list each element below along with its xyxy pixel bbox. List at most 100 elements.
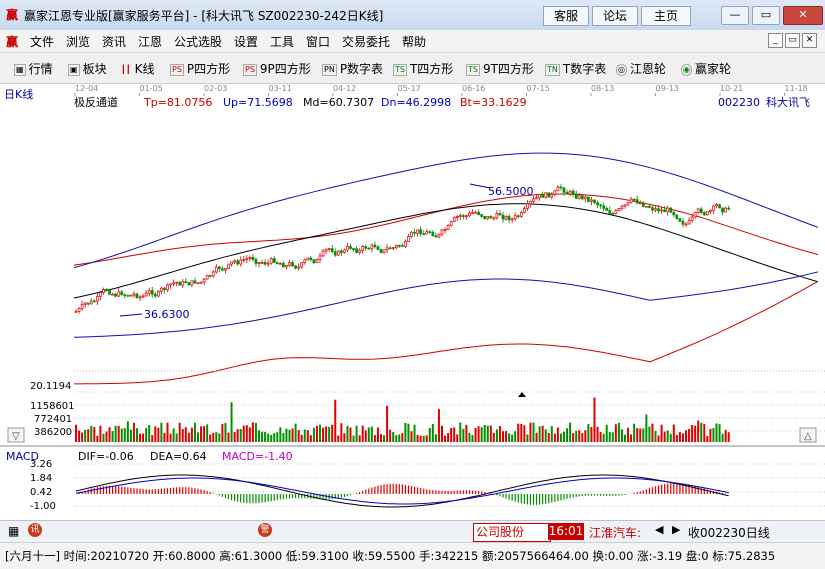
menu-file[interactable]: 文件 — [30, 33, 54, 50]
candle-body — [699, 208, 703, 213]
menu-settings[interactable]: 设置 — [234, 33, 258, 50]
volume-bar — [187, 432, 190, 442]
candle-body — [111, 293, 114, 296]
tool-9p-square[interactable]: PS 9P四方形 — [243, 60, 311, 77]
volume-bar — [535, 432, 538, 442]
volume-bar — [300, 434, 303, 442]
tp-value: Tp=81.0756 — [143, 96, 212, 109]
volume-bar — [343, 433, 346, 442]
menu-formula[interactable]: 公式选股 — [174, 33, 222, 50]
menu-help[interactable]: 帮助 — [402, 33, 426, 50]
volume-bar — [633, 423, 636, 442]
forum-button[interactable]: 论坛 — [592, 6, 638, 26]
channel-bottom-line — [74, 280, 819, 385]
bt-value: Bt=33.1629 — [460, 96, 527, 109]
candle-body — [471, 212, 474, 214]
candle-body — [263, 262, 267, 265]
menu-tools[interactable]: 工具 — [270, 33, 294, 50]
volume-bar — [691, 425, 694, 442]
news-icon[interactable]: 讯 — [28, 523, 42, 537]
tool-9t-square[interactable]: TS 9T四方形 — [466, 60, 534, 77]
volume-bar — [224, 422, 227, 442]
candle-body — [282, 262, 285, 268]
candle-body — [715, 204, 718, 207]
volume-bar — [672, 424, 675, 442]
tool-gann-wheel[interactable]: ◎ 江恩轮 — [616, 60, 666, 77]
volume-bar — [93, 427, 96, 442]
volume-bar — [328, 426, 331, 442]
tool-sector[interactable]: ▣ 板块 — [68, 60, 107, 77]
mdi-minimize-button[interactable]: _ — [768, 33, 783, 48]
table-icon[interactable]: ▦ — [8, 524, 19, 538]
mdi-close-button[interactable]: ✕ — [802, 33, 817, 48]
menu-browse[interactable]: 浏览 — [66, 33, 90, 50]
tool-t-square[interactable]: TS T四方形 — [393, 60, 453, 77]
candle-body — [160, 287, 163, 292]
candle-body — [373, 244, 377, 248]
volume-bar — [309, 435, 312, 442]
candle-body — [641, 202, 645, 207]
candle-body — [644, 205, 648, 208]
up-value: Up=71.5698 — [223, 96, 293, 109]
menu-info[interactable]: 资讯 — [102, 33, 126, 50]
high-label: 56.5000 — [488, 185, 534, 198]
volume-bar — [99, 425, 102, 442]
volume-bar — [245, 425, 248, 442]
candle-body — [541, 193, 545, 198]
volume-bar — [425, 435, 428, 442]
candle-body — [538, 193, 541, 199]
volume-bar — [197, 432, 199, 442]
volume-bar — [288, 429, 291, 442]
date-tick: 06-16 — [462, 84, 485, 93]
volume-bar — [462, 428, 465, 442]
menu-window[interactable]: 窗口 — [306, 33, 330, 50]
channel-mid-line — [73, 203, 819, 299]
nav-left-icon[interactable]: ◀ — [655, 523, 663, 536]
date-tick: 08-13 — [591, 84, 614, 93]
close-button[interactable]: ✕ — [783, 6, 823, 25]
tool-kline[interactable]: ┃┃ K线 — [120, 60, 155, 77]
candle-body — [379, 249, 383, 253]
menu-trade[interactable]: 交易委托 — [342, 33, 390, 50]
volume-bar — [291, 428, 294, 442]
candle-body — [330, 248, 334, 253]
kline-chart[interactable]: 12-04 01-05 02-03 03-11 04-12 05-17 06-16 07-15… — [0, 84, 825, 520]
tool-quotes[interactable]: ▦ 行情 — [14, 60, 53, 77]
volume-bar — [172, 428, 175, 442]
candle-body — [266, 262, 270, 265]
window-title: 赢家江恩专业版[赢家服务平台] - [科大讯飞 SZ002230-242日K线] — [24, 9, 384, 23]
volume-bar — [434, 434, 437, 442]
toolbar: ▦ 行情 ▣ 板块 ┃┃ K线 PS P四方形 PS 9P四方形 PN P数字表 TS T四方… — [0, 53, 825, 84]
nav-right-icon[interactable]: ▶ — [672, 523, 680, 536]
tool-p-square[interactable]: PS P四方形 — [170, 60, 230, 77]
volume-bar — [322, 427, 325, 442]
candle-body — [224, 268, 227, 271]
minimize-button[interactable]: — — [721, 6, 749, 25]
volume-bar — [175, 433, 178, 442]
menu-gann[interactable]: 江恩 — [138, 33, 162, 50]
chart-area[interactable]: 12-04 01-05 02-03 03-11 04-12 05-17 06-16 07-15… — [0, 84, 825, 520]
candle-body — [227, 263, 230, 269]
tool-winner-wheel[interactable]: ◉ 赢家轮 — [681, 60, 731, 77]
volume-bar — [169, 433, 172, 442]
volume-bar — [575, 430, 578, 442]
maximize-button[interactable]: ▭ — [752, 6, 780, 25]
candle-body — [693, 212, 697, 218]
candle-body — [434, 235, 438, 238]
ticker1-name[interactable]: 公司股份 — [473, 523, 551, 542]
candle-body — [269, 258, 273, 264]
sector-icon: ▣ — [68, 63, 80, 76]
tool-p-table[interactable]: PN P数字表 — [322, 60, 383, 77]
gann-wheel-icon: ◎ — [616, 63, 627, 76]
customer-service-button[interactable]: 客服 — [543, 6, 589, 26]
date-tick: 12-04 — [75, 84, 98, 93]
candle-body — [605, 208, 609, 211]
volume-bar — [620, 429, 623, 442]
home-button[interactable]: 主页 — [641, 6, 691, 26]
candle-body — [367, 247, 371, 250]
alert-icon[interactable]: 警 — [258, 523, 272, 537]
candle-body — [376, 246, 380, 250]
mdi-restore-button[interactable]: ▭ — [785, 33, 800, 48]
volume-bar — [422, 435, 425, 442]
tool-t-table[interactable]: TN T数字表 — [545, 60, 606, 77]
